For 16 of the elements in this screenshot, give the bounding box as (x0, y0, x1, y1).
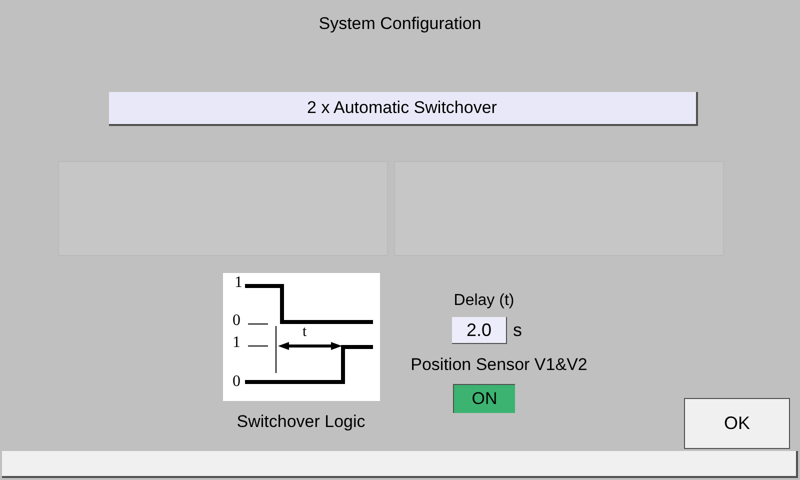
level-label: 0 (232, 374, 240, 390)
toggle-button[interactable]: ON (453, 384, 515, 412)
unit-label: s (513, 319, 522, 342)
ok-button[interactable]: OK (684, 398, 790, 449)
level-label: 1 (232, 335, 240, 351)
delay-label: Delay (t) (454, 291, 514, 311)
diagram-caption: Switchover Logic (236, 411, 366, 433)
delay-symbol: t (302, 325, 307, 340)
level-label: 0 (232, 313, 240, 329)
position-sensor-label: Position Sensor V1&V2 (410, 354, 588, 376)
mode-selector[interactable]: 2 x Automatic Switchover (108, 92, 698, 126)
marker-line (275, 326, 276, 374)
level-label: 1 (234, 275, 242, 291)
window-title: System Configuration (318, 13, 482, 36)
delay-field[interactable]: 2.0 (452, 317, 507, 344)
delay-arrow (278, 342, 342, 350)
